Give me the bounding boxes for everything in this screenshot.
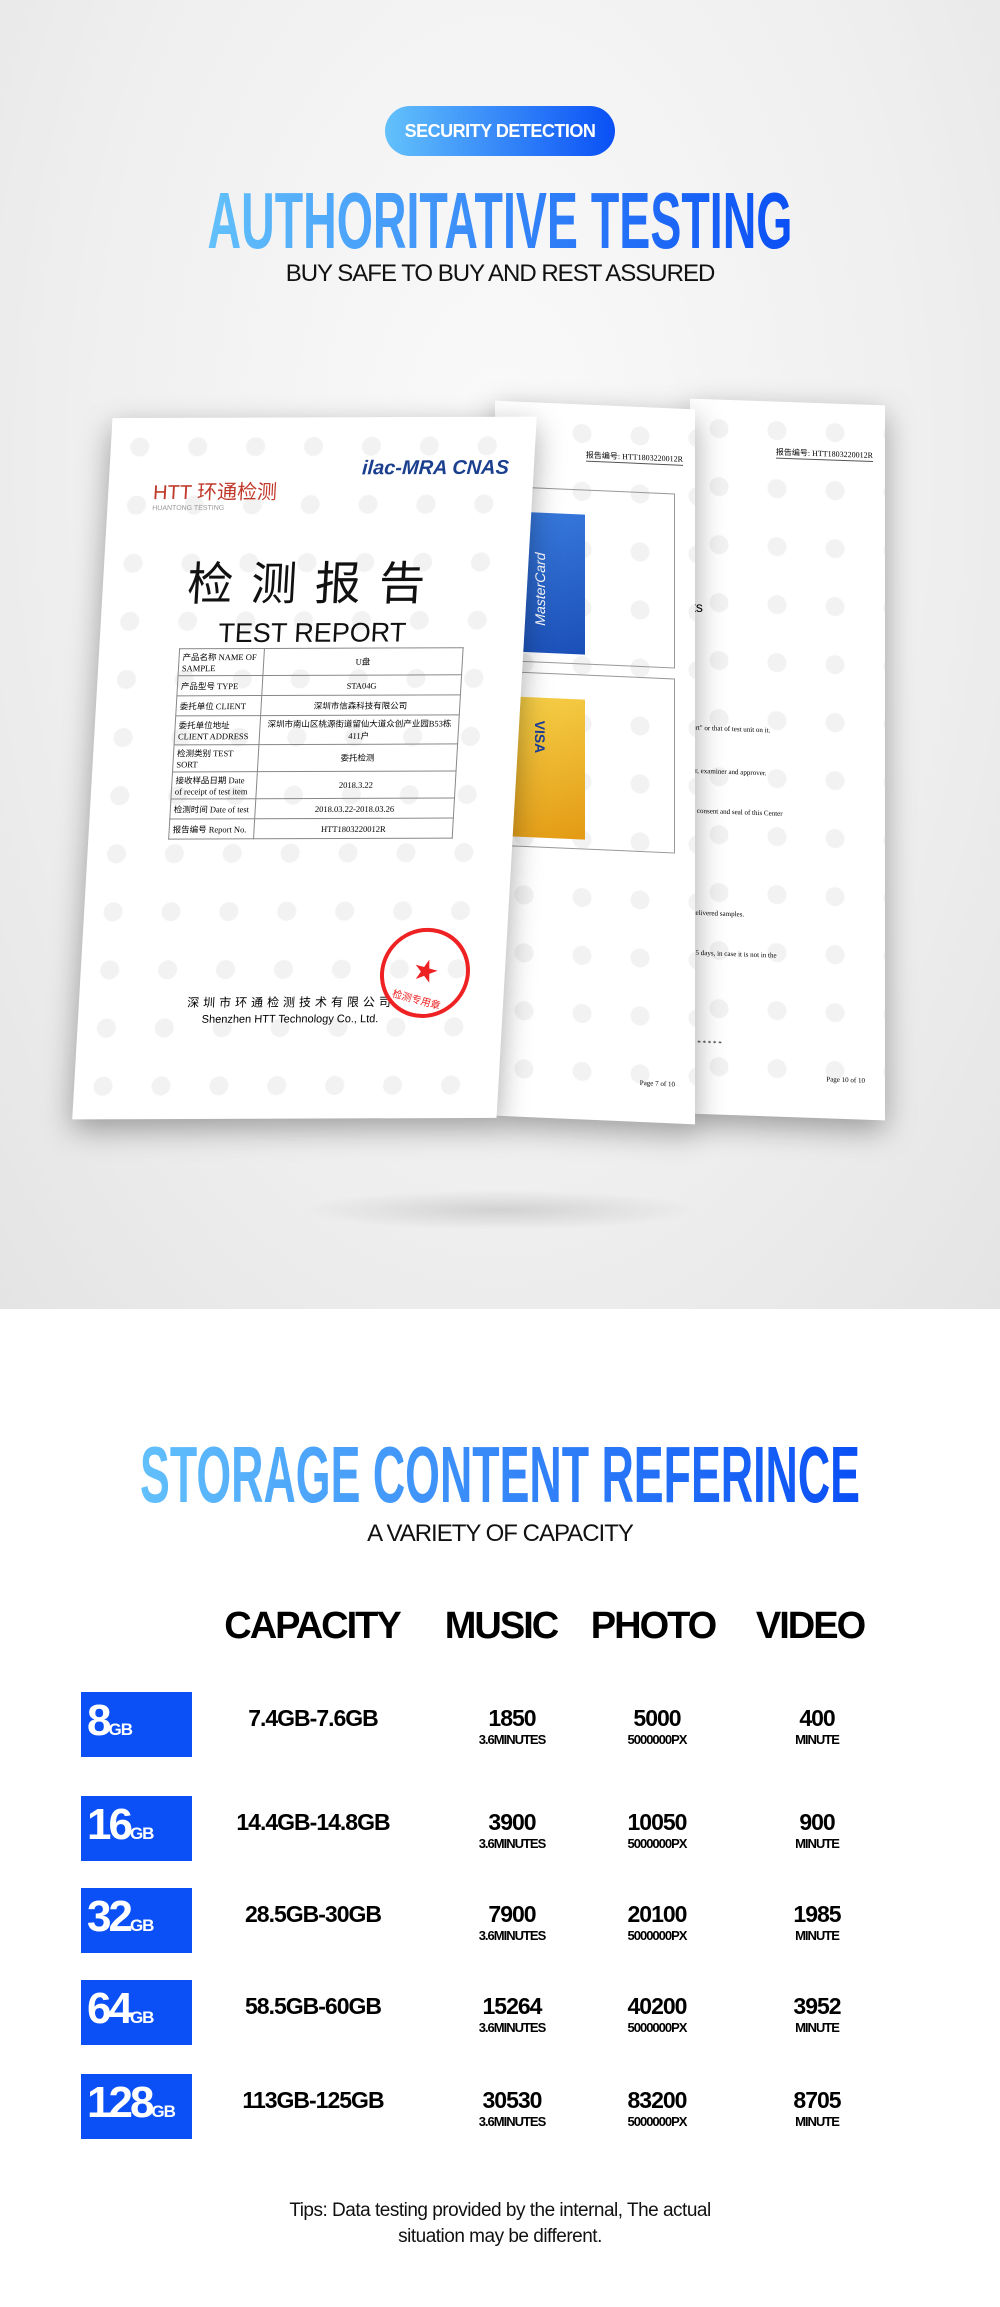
report-row: 报告编号 Report No. HTT1803220012R — [168, 818, 454, 840]
capacity-badge-8gb: 8GB — [81, 1692, 192, 1757]
card-label: VISA — [532, 720, 548, 754]
photo-value: 20100 5000000PX — [627, 1901, 688, 1943]
photo-value: 10050 5000000PX — [627, 1809, 688, 1851]
size-unit: GB — [129, 1824, 154, 1843]
section-title: AUTHORITATIVE TESTING — [208, 178, 793, 258]
row-label: 接收样品日期 Date of receipt of test item — [170, 771, 258, 800]
report-number: 报告编号: HTT1803220012R — [585, 449, 683, 466]
size-unit: GB — [151, 2102, 175, 2121]
report-cover-page: HTT 环通检测 HUANTONG TESTING ilac-MRA CNAS 检… — [72, 416, 537, 1120]
tips-note: Tips: Data testing provided by the inter… — [289, 2200, 711, 2247]
video-value: 400 MINUTE — [795, 1705, 840, 1747]
report-row: 产品型号 TYPE STA04G — [176, 674, 462, 696]
row-label: 检测类别 TEST SORT — [172, 744, 259, 772]
report-row: 检测时间 Date of test 2018.03.22-2018.03.26 — [169, 798, 455, 820]
capacity-badge-64gb: 64GB — [81, 1980, 192, 2045]
page-number: Page 7 of 10 — [639, 1078, 675, 1089]
row-value: STA04G — [261, 674, 462, 696]
text-line: 15 days, in case it is not in the — [692, 948, 777, 960]
text-line: ort" or that of test unit on it. — [692, 723, 771, 735]
report-row: 委托单位地址 CLIENT ADDRESS 深圳市南山区桃源街道留仙大道众创产业园… — [174, 714, 460, 745]
size-number: 64 — [87, 1984, 133, 2033]
size-unit: GB — [129, 2008, 154, 2027]
title-text: AUTHORITATIVE TESTING — [208, 178, 793, 258]
video-value: 3952 MINUTE — [793, 1993, 841, 2035]
capacity-value: 113GB-125GB — [242, 2087, 384, 2113]
report-row: 委托单位 CLIENT 深圳市信森科技有限公司 — [175, 694, 461, 716]
capacity-value: 7.4GB-7.6GB — [248, 1705, 379, 1731]
video-value: 8705 MINUTE — [793, 2087, 841, 2129]
row-value: U盘 — [262, 647, 464, 676]
text-line: e consent and seal of this Center — [692, 806, 783, 818]
text-line: delivered samples. — [692, 908, 745, 919]
report-title-en: TEST REPORT — [217, 617, 407, 649]
cnas-logo: ilac-MRA CNAS — [361, 456, 510, 480]
capacity-badge-128gb: 128GB — [81, 2074, 192, 2139]
photo-value: 83200 5000000PX — [627, 2087, 688, 2129]
card-label: MasterCard — [532, 552, 548, 626]
photo-value: 40200 5000000PX — [627, 1993, 688, 2035]
red-seal-stamp: ★ 检测专用章 — [368, 917, 482, 1029]
column-header-video: VIDEO — [755, 1605, 866, 1647]
report-row: 检测类别 TEST SORT 委托检测 — [172, 743, 458, 772]
capacity-badge-16gb: 16GB — [81, 1796, 192, 1861]
report-number: 报告编号: HTT1803220012R — [775, 446, 873, 462]
capacity-badge-32gb: 32GB — [81, 1888, 192, 1953]
capacity-value: 58.5GB-60GB — [244, 1993, 382, 2019]
row-value: 2018.3.22 — [255, 770, 457, 799]
page-shadow — [300, 1190, 700, 1230]
capacity-value: 28.5GB-30GB — [244, 1901, 382, 1927]
section-subtitle: BUY SAFE TO BUY AND REST ASSURED — [285, 260, 716, 287]
storage-subtitle: A VARIETY OF CAPACITY — [367, 1520, 634, 1547]
column-header-capacity: CAPACITY — [224, 1605, 401, 1647]
photo-value: 5000 5000000PX — [627, 1705, 688, 1747]
size-number: 16 — [87, 1800, 133, 1849]
capacity-value: 14.4GB-14.8GB — [236, 1809, 390, 1835]
report-row: 接收样品日期 Date of receipt of test item 2018.… — [170, 770, 457, 800]
video-value: 1985 MINUTE — [793, 1901, 841, 1943]
badge-label: SECURITY DETECTION — [404, 121, 596, 141]
row-value: 深圳市南山区桃源街道留仙大道众创产业园B53栋411户 — [258, 714, 460, 745]
row-value: 深圳市信森科技有限公司 — [260, 694, 461, 716]
row-label: 委托单位地址 CLIENT ADDRESS — [174, 715, 261, 745]
size-number: 32 — [87, 1892, 133, 1941]
size-unit: GB — [108, 1720, 132, 1739]
size-unit: GB — [129, 1916, 154, 1935]
page-number: Page 10 of 10 — [826, 1075, 865, 1085]
report-row: 产品名称 NAME OF SAMPLE U盘 — [178, 647, 464, 676]
row-label: 产品型号 TYPE — [176, 675, 263, 696]
report-info-table: 产品名称 NAME OF SAMPLE U盘 产品型号 TYPE STA04G 委托单位… — [168, 647, 464, 840]
row-label: 报告编号 Report No. — [168, 818, 255, 840]
size-number: 128 — [87, 2078, 154, 2127]
text-line: * * * * * * — [692, 1038, 722, 1048]
report-page-10: 报告编号: HTT1803220012R ts ort" or that of … — [690, 398, 885, 1121]
htt-logo: HTT 环通检测 HUANTONG TESTING — [152, 481, 278, 513]
row-label: 检测时间 Date of test — [169, 798, 256, 820]
security-detection-badge: SECURITY DETECTION — [385, 106, 615, 156]
row-value: 2018.03.22-2018.03.26 — [254, 798, 455, 819]
text-line: er, examiner and approver. — [692, 766, 767, 778]
row-value: 委托检测 — [257, 743, 458, 772]
row-value: HTT1803220012R — [253, 818, 454, 839]
report-title-cn: 检测报告 — [185, 556, 445, 612]
storage-title: STORAGE CONTENT REFERINCE — [140, 1432, 860, 1512]
row-label: 产品名称 NAME OF SAMPLE — [178, 648, 265, 676]
row-label: 委托单位 CLIENT — [175, 695, 262, 716]
size-number: 8 — [87, 1696, 112, 1745]
storage-title-text: STORAGE CONTENT REFERINCE — [140, 1432, 860, 1512]
video-value: 900 MINUTE — [795, 1809, 840, 1851]
